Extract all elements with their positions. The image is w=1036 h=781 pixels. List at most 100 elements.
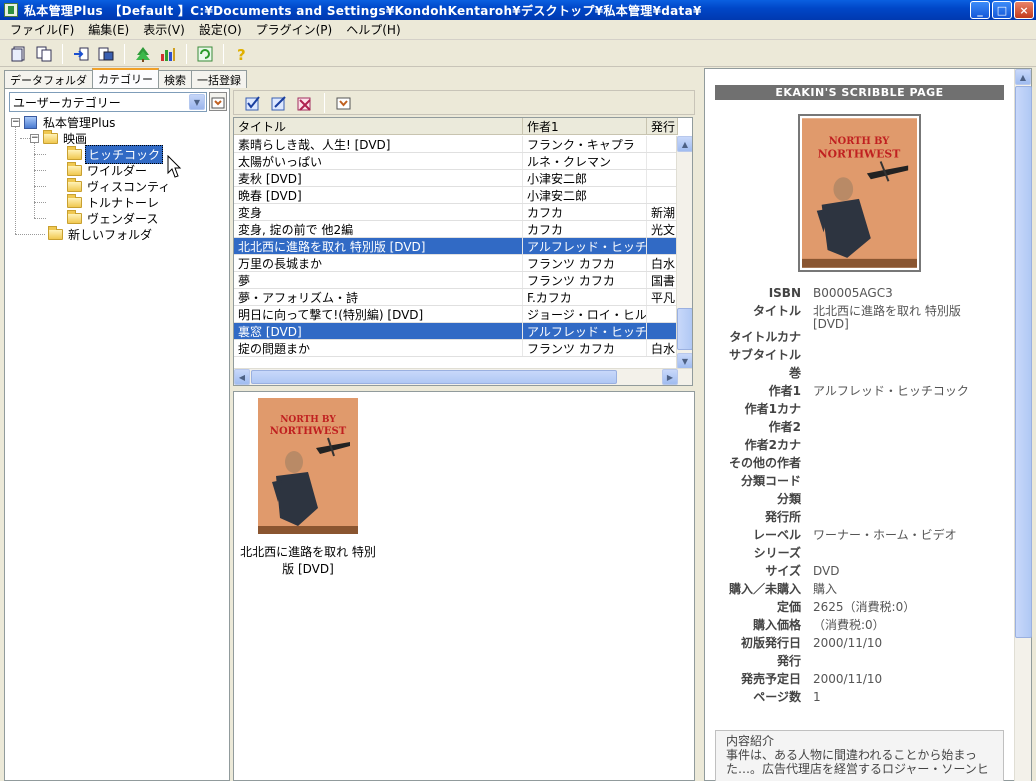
pane-splitter[interactable]: [697, 68, 703, 781]
minimize-button[interactable]: _: [970, 1, 990, 19]
tab-category[interactable]: カテゴリー: [92, 68, 159, 88]
menu-file[interactable]: ファイル(F): [4, 21, 80, 38]
maximize-button[interactable]: □: [992, 1, 1012, 19]
window-title: 私本管理Plus 【Default 】C:¥Documents and Sett…: [24, 3, 702, 18]
table-row[interactable]: 太陽がいっぱい ルネ・クレマン: [234, 153, 678, 170]
tree-node-movie[interactable]: − 映画: [30, 129, 89, 146]
thumbnail-item[interactable]: NORTH BY NORTHWEST 北北西に進路を取れ 特別版 [DVD]: [238, 396, 378, 577]
cell-author: カフカ: [523, 204, 647, 220]
chevron-down-icon[interactable]: ▼: [189, 94, 205, 110]
detail-key: 作者1: [768, 384, 801, 398]
menu-edit[interactable]: 編集(E): [82, 21, 135, 38]
detail-vertical-scrollbar[interactable]: ▲: [1014, 69, 1032, 781]
tree-button[interactable]: [132, 43, 154, 65]
folder-icon: [67, 145, 82, 160]
copy-button[interactable]: [33, 43, 55, 65]
table-row[interactable]: 素晴らしき哉、人生! [DVD] フランク・キャプラ: [234, 136, 678, 153]
scroll-thumb[interactable]: [1015, 86, 1032, 638]
import-button[interactable]: [70, 43, 92, 65]
list-action-button[interactable]: [333, 92, 355, 114]
tree-node-visconti[interactable]: ヴィスコンティ: [67, 177, 172, 194]
cell-author: ルネ・クレマン: [523, 153, 647, 169]
cell-author: アルフレッド・ヒッチコ...: [523, 238, 647, 254]
uncheck-button[interactable]: [294, 92, 316, 114]
dvd-cover-image: NORTH BY NORTHWEST: [798, 114, 921, 272]
table-row[interactable]: 夢フランツ カフカ 国書: [234, 272, 678, 289]
menu-bar: ファイル(F) 編集(E) 表示(V) 設定(O) プラグイン(P) ヘルプ(H…: [0, 20, 1036, 40]
detail-key: その他の作者: [728, 456, 801, 470]
table-row[interactable]: 麦秋 [DVD] 小津安二郎: [234, 170, 678, 187]
table-row[interactable]: 変身, 掟の前で 他2編 カフカ 光文: [234, 221, 678, 238]
category-select[interactable]: ユーザーカテゴリー ▼: [9, 92, 207, 112]
scroll-left-icon[interactable]: ◀: [234, 369, 250, 385]
close-button[interactable]: ×: [1014, 1, 1034, 19]
cell-author: 小津安二郎: [523, 170, 647, 186]
folder-action-icon: [211, 97, 225, 108]
column-header-author[interactable]: 作者1: [523, 118, 647, 135]
table-row[interactable]: 掟の問題まか フランツ カフカ 白水: [234, 340, 678, 357]
new-file-button[interactable]: [8, 43, 30, 65]
cell-publisher: 国書: [647, 272, 678, 288]
edit-check-button[interactable]: [268, 92, 290, 114]
tree-node-tornatore[interactable]: トルナトーレ: [67, 193, 161, 210]
main-toolbar: ?: [0, 41, 1036, 67]
cell-author: カフカ: [523, 221, 647, 237]
thumbnail-pane: NORTH BY NORTHWEST 北北西に進路を取れ 特別版 [DVD]: [233, 391, 695, 781]
menu-view[interactable]: 表示(V): [137, 21, 191, 38]
tab-bulk-register[interactable]: 一括登録: [191, 70, 247, 88]
collapse-icon[interactable]: −: [11, 117, 20, 127]
tree-node-hitchcock[interactable]: ヒッチコック: [67, 144, 164, 164]
database-icon: [24, 115, 37, 129]
detail-key: 定価: [776, 600, 801, 614]
cell-author: 小津安二郎: [523, 187, 647, 203]
cell-title: 北北西に進路を取れ 特別版 [DVD]: [234, 238, 523, 254]
list-vertical-scrollbar[interactable]: ▲ ▼: [676, 136, 692, 369]
scroll-thumb[interactable]: [251, 370, 617, 384]
scroll-up-icon[interactable]: ▲: [1015, 69, 1031, 85]
column-header-title[interactable]: タイトル: [234, 118, 523, 135]
uncheck-icon: [297, 97, 311, 111]
scroll-thumb[interactable]: [677, 308, 692, 350]
table-row[interactable]: 明日に向って撃て!(特別編) [DVD] ジョージ・ロイ・ヒル: [234, 306, 678, 323]
export-button[interactable]: [95, 43, 117, 65]
help-icon: ?: [237, 46, 246, 62]
tree-node-wenders[interactable]: ヴェンダース: [67, 209, 160, 226]
cell-author: アルフレッド・ヒッチコ...: [523, 323, 647, 339]
menu-plugins[interactable]: プラグイン(P): [250, 21, 339, 38]
category-action-button[interactable]: [209, 92, 227, 111]
column-header-publisher[interactable]: 発行: [647, 118, 678, 135]
check-icon: [245, 95, 260, 110]
tree-node-new-folder[interactable]: 新しいフォルダ: [48, 225, 154, 242]
menu-help[interactable]: ヘルプ(H): [340, 21, 406, 38]
tab-data-folder[interactable]: データフォルダ: [4, 70, 93, 88]
list-horizontal-scrollbar[interactable]: ◀ ▶: [234, 368, 692, 385]
detail-key: シリーズ: [753, 546, 801, 560]
new-file-icon: [11, 46, 25, 61]
tree-node-root[interactable]: − 私本管理Plus: [11, 114, 117, 130]
collapse-icon[interactable]: −: [30, 133, 39, 143]
detail-key: サイズ: [765, 564, 801, 578]
svg-text:NORTHWEST: NORTHWEST: [270, 426, 347, 437]
edit-check-icon: [271, 95, 286, 110]
table-row[interactable]: 変身 カフカ 新潮: [234, 204, 678, 221]
table-row[interactable]: 裏窓 [DVD]アルフレッド・ヒッチコ...: [234, 323, 678, 340]
chart-button[interactable]: [157, 43, 179, 65]
menu-settings[interactable]: 設定(O): [193, 21, 248, 38]
scroll-up-icon[interactable]: ▲: [677, 136, 692, 152]
check-button[interactable]: [242, 92, 264, 114]
detail-key: 購入価格: [752, 618, 801, 632]
tab-search[interactable]: 検索: [158, 70, 192, 88]
help-button[interactable]: ?: [231, 43, 253, 65]
tree-node-label: ヴィスコンティ: [87, 179, 171, 194]
scroll-down-icon[interactable]: ▼: [677, 353, 692, 369]
refresh-button[interactable]: [194, 43, 216, 65]
table-row[interactable]: 夢・アフォリズム・詩 F.カフカ 平凡: [234, 289, 678, 306]
tree-node-wilder[interactable]: ワイルダー: [67, 161, 149, 178]
detail-key: 分類: [776, 492, 801, 506]
table-row[interactable]: 北北西に進路を取れ 特別版 [DVD]アルフレッド・ヒッチコ...: [234, 238, 678, 255]
table-row[interactable]: 万里の長城まか フランツ カフカ 白水: [234, 255, 678, 272]
list-toolbar: [233, 90, 695, 115]
cell-publisher: [647, 238, 678, 254]
scroll-right-icon[interactable]: ▶: [662, 369, 678, 385]
table-row[interactable]: 晩春 [DVD] 小津安二郎: [234, 187, 678, 204]
